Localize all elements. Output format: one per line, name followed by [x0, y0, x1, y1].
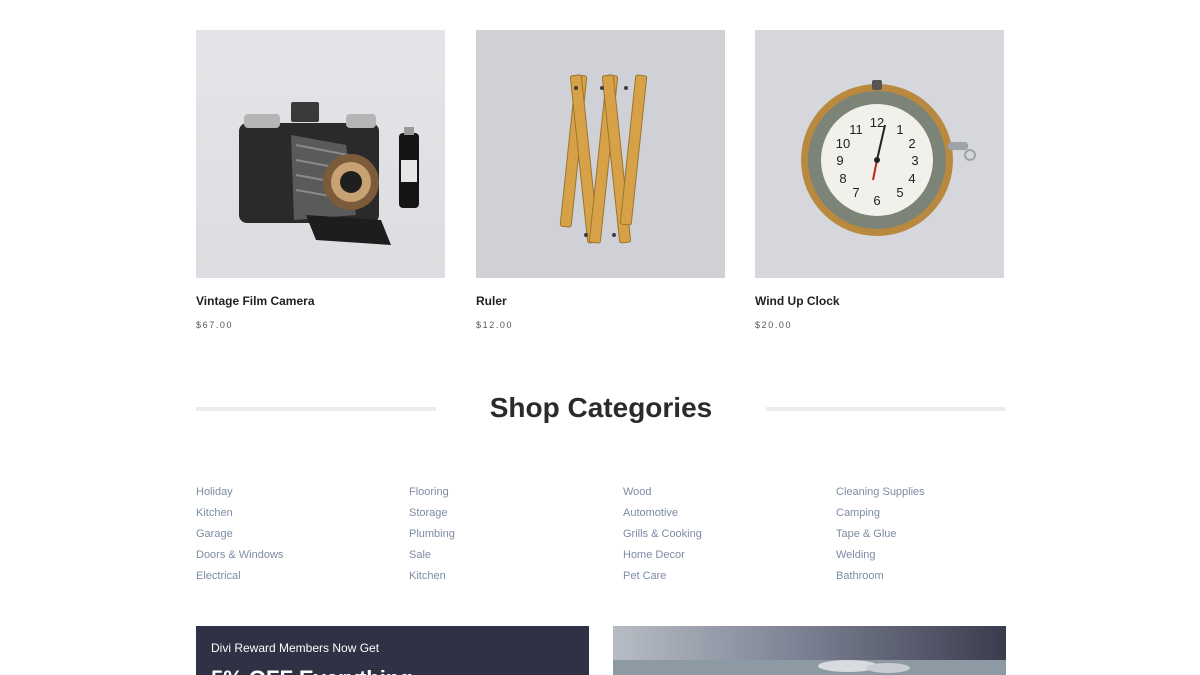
product-price: $12.00 [476, 320, 514, 330]
category-link[interactable]: Wood [623, 482, 823, 503]
product-price: $67.00 [196, 320, 234, 330]
category-link[interactable]: Sale [409, 545, 609, 566]
product-price: $20.00 [755, 320, 793, 330]
category-link[interactable]: Doors & Windows [196, 545, 396, 566]
category-column: Wood Automotive Grills & Cooking Home De… [623, 482, 823, 587]
svg-text:7: 7 [852, 185, 859, 200]
svg-text:10: 10 [836, 136, 850, 151]
category-link[interactable]: Garage [196, 524, 396, 545]
promo-photo-banner[interactable] [613, 626, 1006, 675]
category-column: Cleaning Supplies Camping Tape & Glue We… [836, 482, 1036, 587]
category-column: Holiday Kitchen Garage Doors & Windows E… [196, 482, 396, 587]
svg-text:12: 12 [870, 115, 884, 130]
category-link[interactable]: Bathroom [836, 566, 1036, 587]
svg-text:4: 4 [908, 171, 915, 186]
category-link[interactable]: Pet Care [623, 566, 823, 587]
product-name[interactable]: Vintage Film Camera [196, 294, 315, 308]
category-column: Flooring Storage Plumbing Sale Kitchen [409, 482, 609, 587]
svg-text:11: 11 [849, 122, 863, 137]
shop-page: Vintage Film Camera $67.00 Ruler $12.00 … [0, 0, 1200, 675]
promo-banner[interactable]: Divi Reward Members Now Get 5% OFF Every… [196, 626, 589, 675]
svg-text:6: 6 [873, 193, 880, 208]
category-link[interactable]: Flooring [409, 482, 609, 503]
svg-text:2: 2 [908, 136, 915, 151]
category-link[interactable]: Home Decor [623, 545, 823, 566]
category-link[interactable]: Grills & Cooking [623, 524, 823, 545]
svg-text:3: 3 [911, 153, 918, 168]
product-card[interactable]: 12 3 6 9 1 2 4 5 7 8 10 11 Wind Up Clock… [755, 30, 1004, 330]
category-link[interactable]: Holiday [196, 482, 396, 503]
category-link[interactable]: Welding [836, 545, 1036, 566]
category-link[interactable]: Cleaning Supplies [836, 482, 1036, 503]
category-link[interactable]: Storage [409, 503, 609, 524]
svg-text:5: 5 [896, 185, 903, 200]
product-name[interactable]: Wind Up Clock [755, 294, 840, 308]
product-card[interactable]: Vintage Film Camera $67.00 [196, 30, 445, 330]
promo-headline: 5% OFF Everything [211, 666, 413, 675]
category-link[interactable]: Plumbing [409, 524, 609, 545]
promo-eyebrow: Divi Reward Members Now Get [211, 641, 380, 655]
category-link[interactable]: Tape & Glue [836, 524, 1036, 545]
category-link[interactable]: Kitchen [409, 566, 609, 587]
heading-divider-right [766, 407, 1006, 411]
svg-text:8: 8 [839, 171, 846, 186]
category-link[interactable]: Automotive [623, 503, 823, 524]
svg-text:9: 9 [836, 153, 843, 168]
product-image-ruler[interactable] [476, 30, 725, 278]
category-link[interactable]: Camping [836, 503, 1036, 524]
category-link[interactable]: Electrical [196, 566, 396, 587]
product-name[interactable]: Ruler [476, 294, 507, 308]
product-image-clock[interactable]: 12 3 6 9 1 2 4 5 7 8 10 11 [755, 30, 1004, 278]
product-card[interactable]: Ruler $12.00 [476, 30, 725, 330]
product-image-camera[interactable] [196, 30, 445, 278]
categories-heading: Shop Categories [196, 390, 1006, 430]
category-link[interactable]: Kitchen [196, 503, 396, 524]
svg-text:1: 1 [896, 122, 903, 137]
